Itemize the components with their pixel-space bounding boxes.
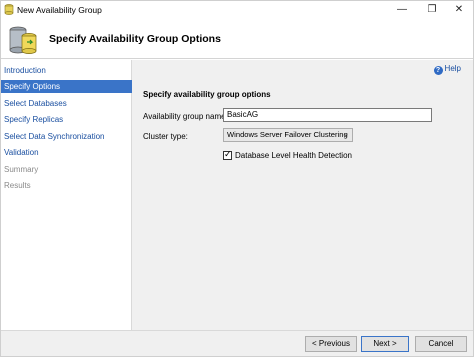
page-title: Specify Availability Group Options [49,33,221,45]
help-icon: ? [433,66,443,75]
ag-name-input[interactable]: BasicAG [223,108,432,122]
cluster-type-select[interactable]: Windows Server Failover Clustering ⌄ [223,128,353,142]
wizard-window: New Availability Group — ❐ ✕ Specify Ava… [0,0,474,357]
help-label: Help [444,64,461,73]
window-title: New Availability Group [17,5,102,15]
header-banner: Specify Availability Group Options [1,19,473,59]
button-bar: < Previous Next > Cancel [1,330,473,356]
nav-item-select-databases[interactable]: Select Databases [1,97,132,110]
options-panel: ? Help Specify availability group options… [133,60,473,330]
chevron-down-icon: ⌄ [343,131,349,138]
nav-item-results: Results [4,181,31,190]
close-button[interactable]: ✕ [448,2,470,17]
nav-item-select-data-synchronization[interactable]: Select Data Synchronization [1,130,132,143]
section-title: Specify availability group options [143,90,271,99]
next-button[interactable]: Next > [361,336,409,352]
nav-item-validation[interactable]: Validation [1,146,132,159]
cancel-button[interactable]: Cancel [415,336,467,352]
minimize-button[interactable]: — [391,2,413,17]
health-detection-row[interactable]: ✓ Database Level Health Detection [223,149,352,160]
previous-button[interactable]: < Previous [305,336,357,352]
availability-group-icon [7,22,39,56]
wizard-nav: Introduction Specify Options Select Data… [1,60,132,330]
cluster-type-label: Cluster type: [143,132,188,141]
nav-item-specify-replicas[interactable]: Specify Replicas [1,113,132,126]
check-icon: ✓ [224,149,232,159]
nav-item-introduction[interactable]: Introduction [1,64,132,77]
cluster-type-value: Windows Server Failover Clustering [227,130,348,139]
ag-name-label: Availability group name: [143,112,228,121]
health-detection-label: Database Level Health Detection [235,151,352,160]
title-bar: New Availability Group — ❐ ✕ [1,1,473,19]
database-icon [4,4,14,15]
wizard-body: Introduction Specify Options Select Data… [1,60,473,330]
health-detection-checkbox[interactable]: ✓ [223,149,232,160]
nav-item-specify-options[interactable]: Specify Options [1,80,132,93]
maximize-button[interactable]: ❐ [421,2,443,17]
nav-item-summary: Summary [4,165,39,174]
help-link[interactable]: ? Help [433,64,461,75]
